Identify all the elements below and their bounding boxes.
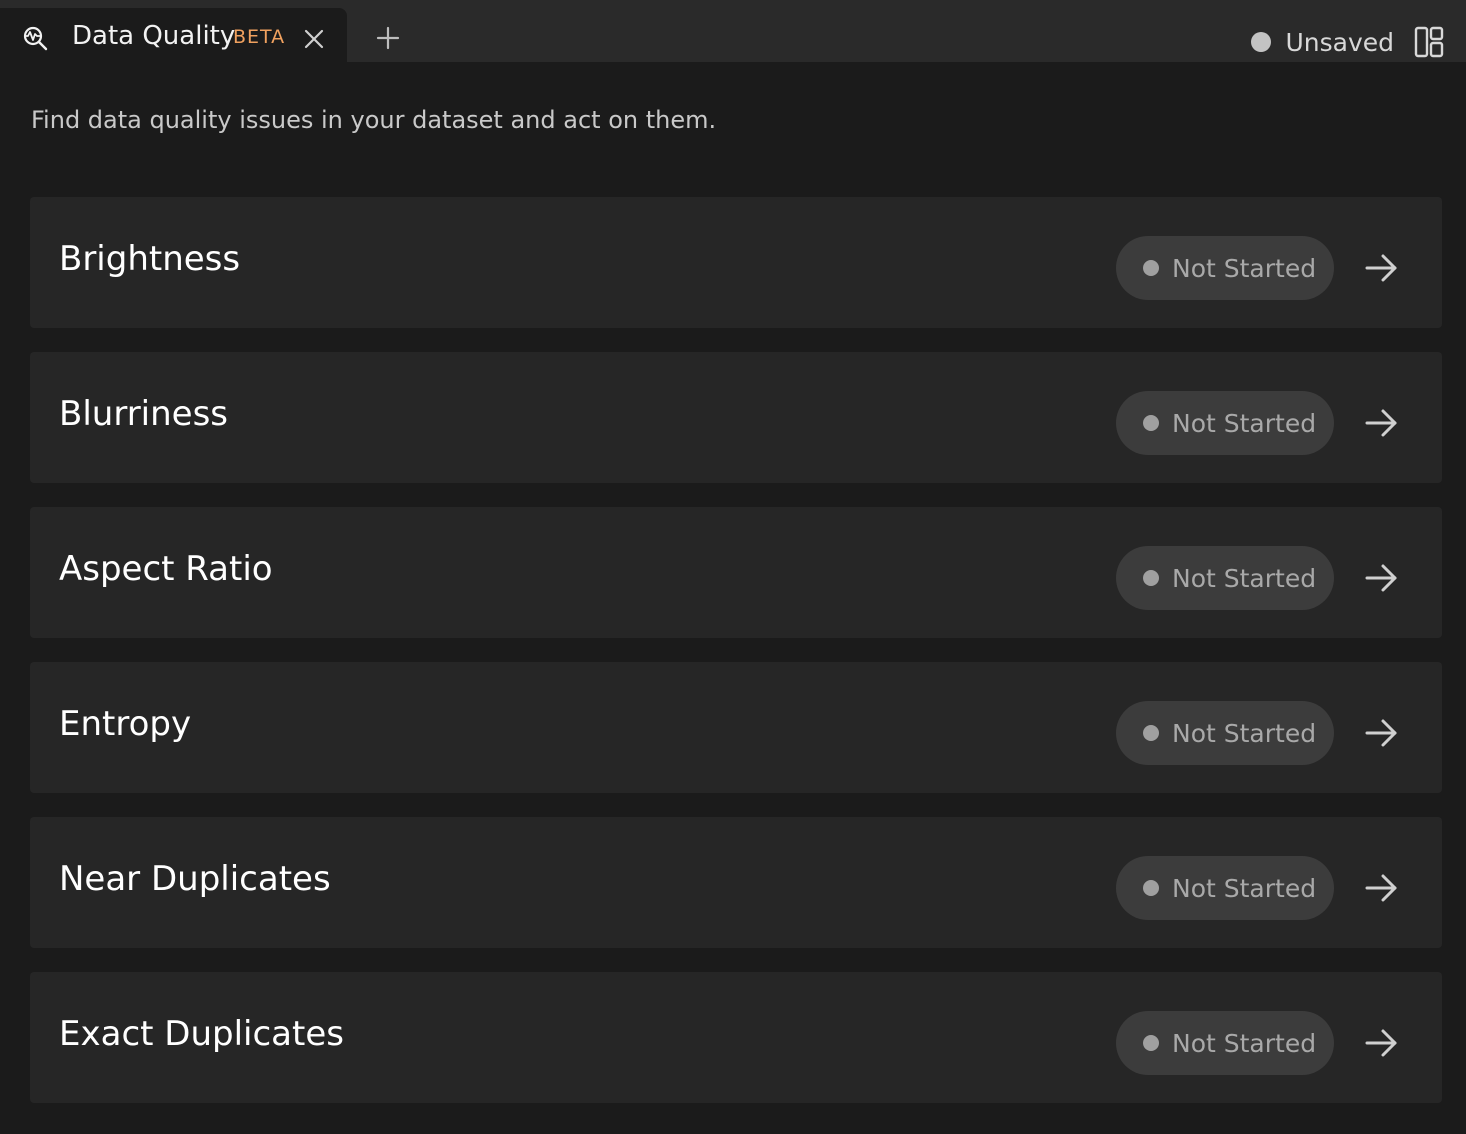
arrow-right-icon[interactable] [1364, 871, 1400, 905]
status-dot-icon [1143, 570, 1159, 586]
status-badge: Not Started [1116, 236, 1334, 300]
status-label: Not Started [1172, 718, 1317, 748]
save-status-label: Unsaved [1285, 27, 1394, 57]
status-dot-icon [1143, 260, 1159, 276]
issue-title: Near Duplicates [59, 859, 331, 899]
status-dot-icon [1143, 1035, 1159, 1051]
issue-card-brightness[interactable]: Brightness Not Started [30, 197, 1442, 328]
status-badge: Not Started [1116, 701, 1334, 765]
arrow-right-icon[interactable] [1364, 716, 1400, 750]
status-badge: Not Started [1116, 856, 1334, 920]
status-dot-icon [1143, 415, 1159, 431]
tab-bar: Data Quality BETA Unsaved [0, 0, 1466, 62]
arrow-right-icon[interactable] [1364, 406, 1400, 440]
status-label: Not Started [1172, 563, 1317, 593]
save-status: Unsaved [1251, 24, 1394, 60]
issue-card-aspect-ratio[interactable]: Aspect Ratio Not Started [30, 507, 1442, 638]
beta-badge: BETA [233, 26, 286, 48]
page-description: Find data quality issues in your dataset… [31, 106, 717, 134]
status-label: Not Started [1172, 1028, 1317, 1058]
status-dot-icon [1143, 725, 1159, 741]
unsaved-dot-icon [1251, 32, 1272, 52]
arrow-right-icon[interactable] [1364, 1026, 1400, 1060]
issue-title: Blurriness [59, 394, 229, 434]
data-quality-icon [23, 26, 48, 51]
status-badge: Not Started [1116, 546, 1334, 610]
status-badge: Not Started [1116, 391, 1334, 455]
status-label: Not Started [1172, 873, 1317, 903]
issue-list: Brightness Not Started Blurriness Not St… [30, 197, 1442, 1127]
issue-title: Entropy [59, 704, 192, 744]
tab-title: Data Quality [72, 21, 236, 51]
issue-title: Aspect Ratio [59, 549, 273, 589]
arrow-right-icon[interactable] [1364, 561, 1400, 595]
layout-icon[interactable] [1414, 26, 1444, 58]
close-icon[interactable] [302, 27, 326, 51]
status-label: Not Started [1172, 253, 1317, 283]
status-badge: Not Started [1116, 1011, 1334, 1075]
tab-data-quality[interactable]: Data Quality BETA [0, 8, 347, 62]
issue-card-entropy[interactable]: Entropy Not Started [30, 662, 1442, 793]
issue-card-near-duplicates[interactable]: Near Duplicates Not Started [30, 817, 1442, 948]
add-tab-icon[interactable] [374, 24, 402, 52]
arrow-right-icon[interactable] [1364, 251, 1400, 285]
issue-card-exact-duplicates[interactable]: Exact Duplicates Not Started [30, 972, 1442, 1103]
status-label: Not Started [1172, 408, 1317, 438]
issue-title: Brightness [59, 239, 241, 279]
issue-card-blurriness[interactable]: Blurriness Not Started [30, 352, 1442, 483]
status-dot-icon [1143, 880, 1159, 896]
issue-title: Exact Duplicates [59, 1014, 344, 1054]
